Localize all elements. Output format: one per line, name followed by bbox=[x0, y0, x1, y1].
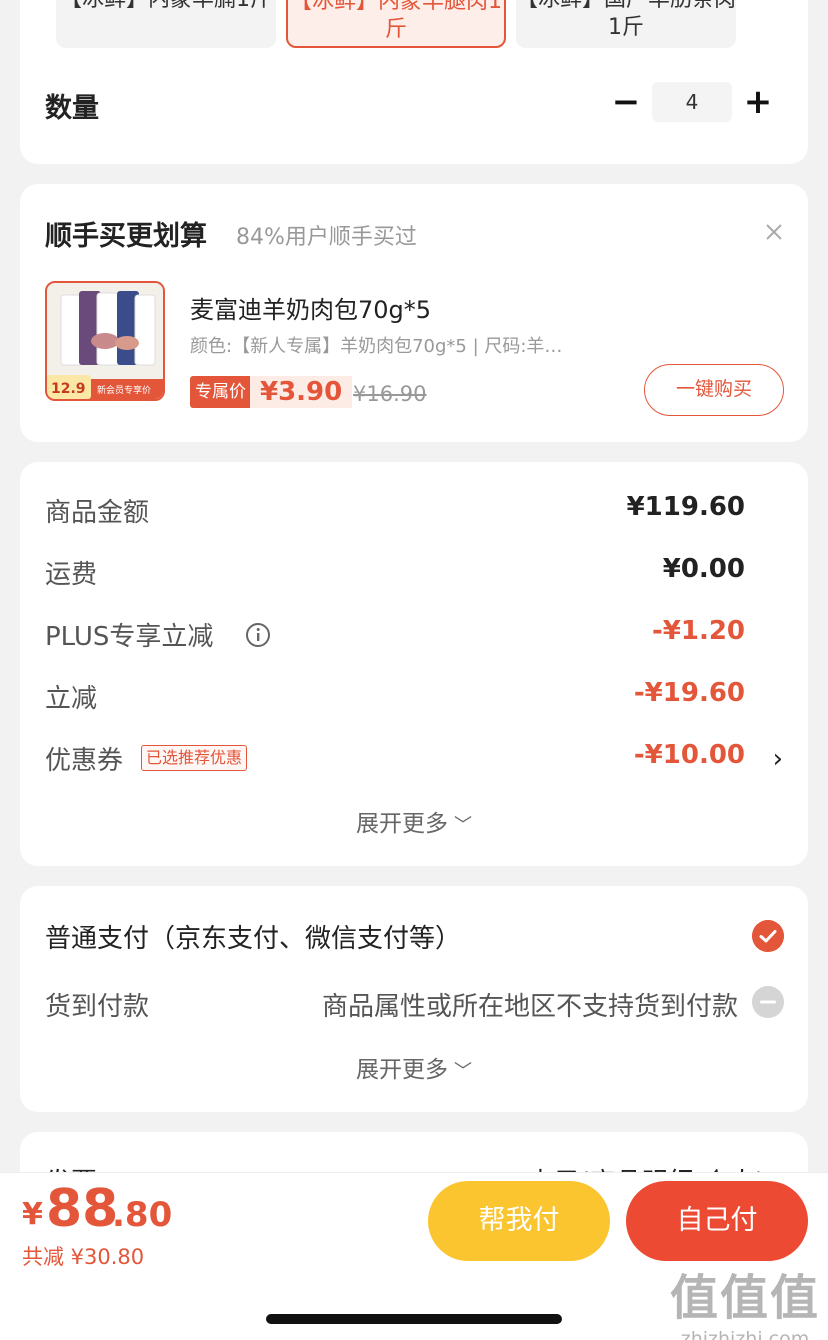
watermark-logo: 值值值 bbox=[669, 1270, 820, 1326]
discount-value: -¥19.60 bbox=[633, 678, 745, 708]
price-row-shipping: 运费 ¥0.00 bbox=[45, 550, 783, 590]
addon-title: 顺手买更划算 bbox=[45, 221, 207, 252]
quantity-minus-button[interactable]: − bbox=[608, 82, 644, 122]
addon-subtitle: 84%用户顺手买过 bbox=[236, 225, 417, 250]
help-pay-button[interactable]: 帮我付 bbox=[428, 1181, 610, 1261]
product-thumbnail[interactable]: 12.9 新会员专享价 bbox=[45, 281, 165, 401]
self-pay-button[interactable]: 自己付 bbox=[626, 1181, 808, 1261]
shipping-label: 运费 bbox=[45, 560, 98, 590]
quantity-input[interactable]: 4 bbox=[652, 82, 732, 122]
home-indicator[interactable] bbox=[266, 1314, 562, 1324]
variant-chip[interactable]: 【冰鲜】国产羊肋条肉1斤 bbox=[516, 0, 736, 48]
expand-more-label: 展开更多 bbox=[356, 811, 448, 837]
chevron-down-icon: ﹀ bbox=[454, 815, 472, 836]
expand-more-price[interactable]: 展开更多 ﹀ bbox=[20, 804, 808, 838]
coupon-label: 优惠券 bbox=[45, 746, 124, 776]
total-price-decimal: .80 bbox=[112, 1195, 173, 1235]
coupon-value: -¥10.00 bbox=[633, 740, 745, 770]
one-click-buy-button[interactable]: 一键购买 bbox=[644, 364, 784, 416]
chevron-down-icon: ﹀ bbox=[454, 1061, 472, 1082]
plus-discount-label: PLUS专享立减 bbox=[45, 622, 214, 652]
exclusive-price-tag: 专属价 bbox=[190, 376, 251, 408]
watermark: 值值值 zhizhizhi.com bbox=[670, 1258, 820, 1340]
coupon-badge: 已选推荐优惠 bbox=[141, 745, 248, 771]
addon-price: ¥3.90 bbox=[250, 376, 353, 408]
thumb-label: 新会员专享价 bbox=[97, 386, 152, 396]
price-row-plus: PLUS专享立减 -¥1.20 bbox=[45, 612, 783, 652]
variant-chip[interactable]: 【冰鲜】内蒙羊腩1斤 bbox=[56, 0, 276, 48]
addon-product-name[interactable]: 麦富迪羊奶肉包70g*5 bbox=[190, 290, 431, 325]
price-row-goods: 商品金额 ¥119.60 bbox=[45, 488, 783, 528]
addon-original-price: ¥16.90 bbox=[353, 382, 427, 406]
normal-payment-option[interactable]: 普通支付（京东支付、微信支付等） bbox=[45, 918, 461, 955]
addon-product-spec: 颜色:【新人专属】羊奶肉包70g*5 | 尺码:羊… bbox=[190, 336, 563, 357]
expand-more-label: 展开更多 bbox=[356, 1057, 448, 1083]
goods-amount-value: ¥119.60 bbox=[626, 492, 745, 522]
variant-card: 【冰鲜】内蒙羊腩1斤 【冰鲜】内蒙羊腿肉1斤 【冰鲜】国产羊肋条肉1斤 数量 −… bbox=[20, 0, 808, 164]
total-currency: ¥ bbox=[22, 1197, 43, 1232]
addon-card: 顺手买更划算 84%用户顺手买过 12.9 新会员专享价 麦富迪羊奶肉包70g*… bbox=[20, 184, 808, 442]
discount-label: 立减 bbox=[45, 684, 98, 714]
thumb-price: 12.9 bbox=[51, 381, 86, 397]
check-icon[interactable] bbox=[752, 920, 784, 952]
chevron-right-icon[interactable]: › bbox=[773, 744, 783, 774]
price-row-discount: 立减 -¥19.60 bbox=[45, 674, 783, 714]
payment-card: 普通支付（京东支付、微信支付等） 货到付款 商品属性或所在地区不支持货到付款 展… bbox=[20, 886, 808, 1112]
shipping-value: ¥0.00 bbox=[662, 554, 745, 584]
variant-chip-selected[interactable]: 【冰鲜】内蒙羊腿肉1斤 bbox=[286, 0, 506, 48]
close-icon[interactable] bbox=[762, 220, 786, 244]
checkout-bar: ¥ 88 .80 共减 ¥30.80 帮我付 自己付 bbox=[0, 1172, 828, 1272]
expand-more-payment[interactable]: 展开更多 ﹀ bbox=[20, 1050, 808, 1084]
watermark-url: zhizhizhi.com bbox=[680, 1328, 810, 1340]
total-saved: 共减 ¥30.80 bbox=[22, 1245, 145, 1269]
disabled-icon bbox=[752, 986, 784, 1018]
price-breakdown-card: 商品金额 ¥119.60 运费 ¥0.00 PLUS专享立减 -¥1.20 立减… bbox=[20, 462, 808, 866]
info-icon[interactable] bbox=[245, 622, 271, 648]
quantity-plus-button[interactable]: + bbox=[740, 82, 776, 122]
price-row-coupon[interactable]: 优惠券 已选推荐优惠 -¥10.00 › bbox=[45, 736, 783, 776]
quantity-label: 数量 bbox=[45, 93, 99, 124]
total-price-integer: 88 bbox=[46, 1179, 119, 1239]
goods-amount-label: 商品金额 bbox=[45, 498, 150, 528]
cod-payment-option: 货到付款 bbox=[45, 992, 150, 1022]
cod-unavailable-note: 商品属性或所在地区不支持货到付款 bbox=[321, 992, 738, 1022]
plus-discount-value: -¥1.20 bbox=[651, 616, 745, 646]
